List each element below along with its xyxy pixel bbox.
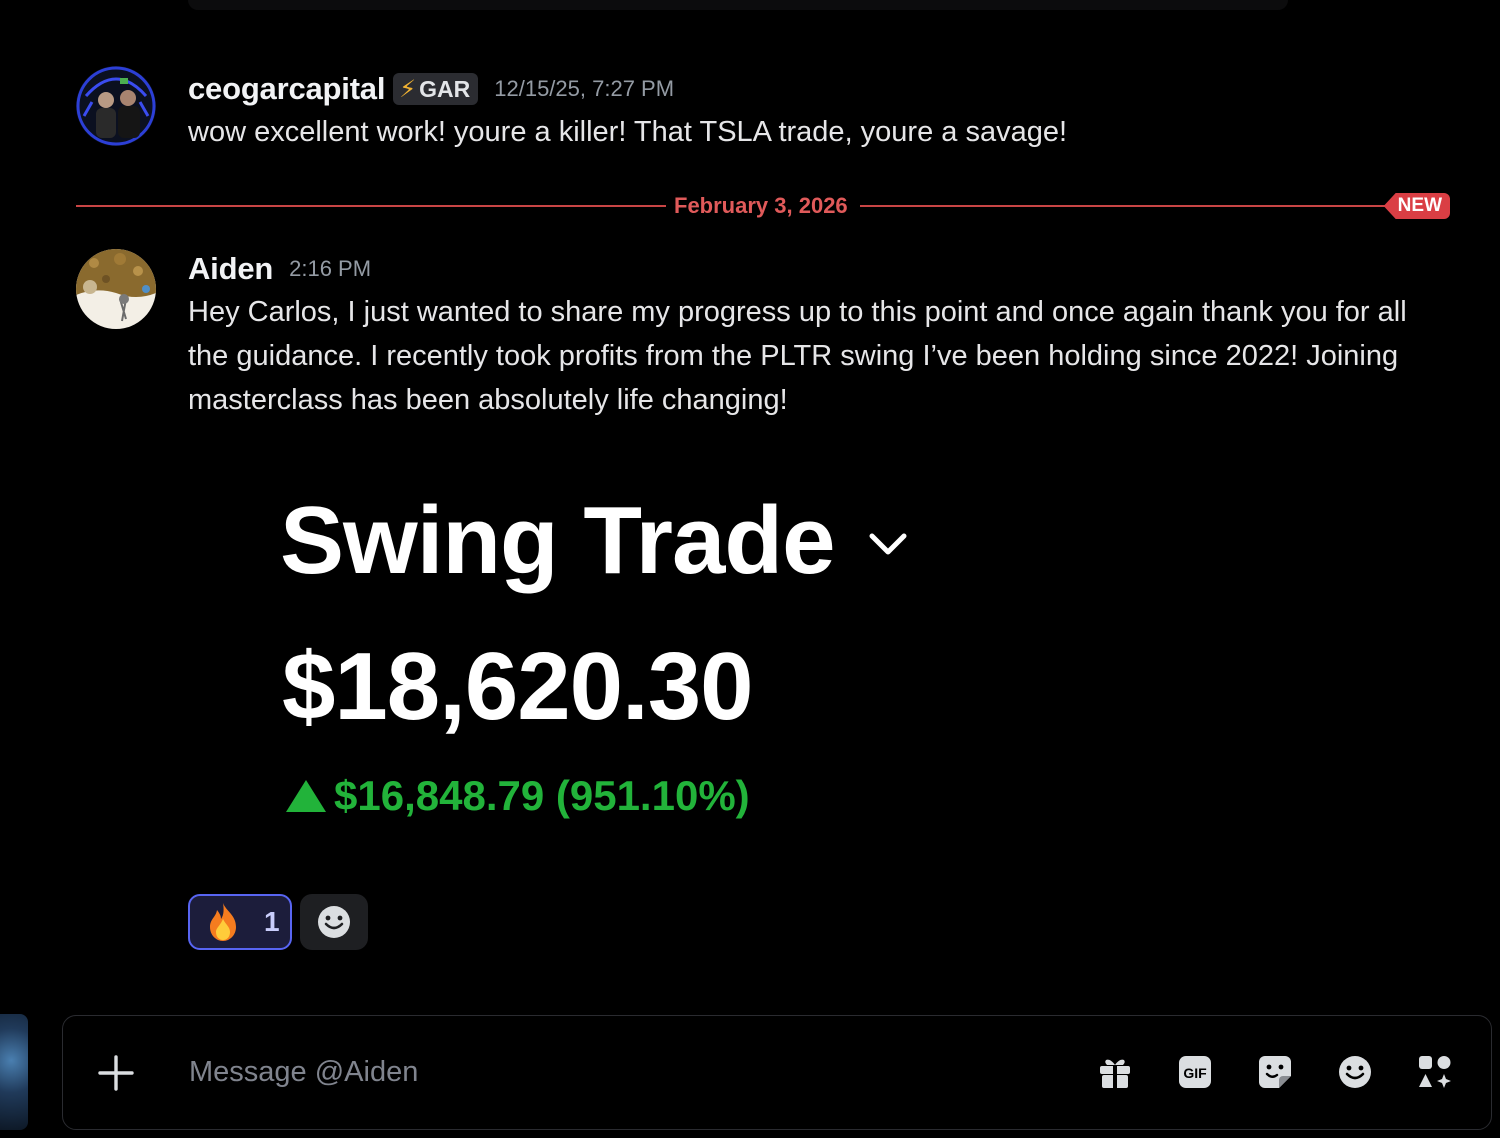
message-header: ceogarcapital ⚡ GAR 12/15/25, 7:27 PM: [188, 70, 674, 108]
divider-date: February 3, 2026: [674, 193, 848, 218]
dm-chat-view: ceogarcapital ⚡ GAR 12/15/25, 7:27 PM wo…: [0, 0, 1500, 1138]
gif-icon: GIF: [1179, 1056, 1211, 1088]
new-messages-divider: February 3, 2026 NEW: [76, 192, 1450, 220]
emoji-button[interactable]: [1337, 1054, 1373, 1090]
sticker-icon: [1259, 1056, 1291, 1088]
composer-tools: GIF: [1097, 1054, 1453, 1090]
server-tag[interactable]: ⚡ GAR: [393, 73, 479, 105]
fire-emoji-icon: [210, 903, 236, 941]
image-attachment[interactable]: Swing Trade $18,620.30 $16,848.79 (951.1…: [188, 426, 1288, 876]
side-panel-thumbnail[interactable]: [0, 1014, 28, 1130]
swing-trade-value: $18,620.30: [282, 633, 753, 740]
swing-trade-change: $16,848.79 (951.10%): [286, 772, 750, 820]
previous-attachment-edge[interactable]: [188, 0, 1288, 10]
avatar[interactable]: [76, 66, 156, 146]
server-tag-label: GAR: [419, 75, 471, 102]
gift-button[interactable]: [1097, 1054, 1133, 1090]
gif-button[interactable]: GIF: [1177, 1054, 1213, 1090]
divider-line-left: [76, 205, 666, 207]
avatar[interactable]: [76, 249, 156, 329]
message-header: Aiden 2:16 PM: [188, 250, 371, 288]
reactions-bar: 1: [188, 894, 368, 950]
divider-line-right: [860, 205, 1390, 207]
apps-icon: [1419, 1056, 1451, 1088]
swing-trade-title: Swing Trade: [280, 487, 835, 594]
message-input[interactable]: [189, 1052, 1049, 1092]
reaction-fire[interactable]: 1: [188, 894, 292, 950]
swing-trade-change-value: $16,848.79 (951.10%): [334, 772, 750, 819]
add-reaction-icon: [318, 906, 350, 938]
emoji-icon: [1339, 1056, 1371, 1088]
apps-button[interactable]: [1417, 1054, 1453, 1090]
add-reaction-button[interactable]: [300, 894, 368, 950]
reaction-count: 1: [264, 906, 280, 937]
message-composer: GIF: [62, 1015, 1492, 1130]
lightning-bolt-icon: ⚡: [399, 75, 417, 103]
username[interactable]: Aiden: [188, 251, 273, 287]
chevron-down-icon: [869, 533, 907, 555]
timestamp[interactable]: 2:16 PM: [289, 256, 371, 282]
up-triangle-icon: [286, 780, 326, 812]
timestamp[interactable]: 12/15/25, 7:27 PM: [494, 76, 674, 102]
message-text: Hey Carlos, I just wanted to share my pr…: [188, 296, 1407, 416]
svg-text:GIF: GIF: [1183, 1065, 1207, 1081]
plus-icon[interactable]: [97, 1054, 135, 1092]
username[interactable]: ceogarcapital: [188, 71, 385, 107]
swing-trade-heading: Swing Trade: [280, 486, 910, 596]
new-badge: NEW: [1383, 193, 1450, 219]
message-text: wow excellent work! youre a killer! That…: [188, 116, 1068, 148]
sticker-button[interactable]: [1257, 1054, 1293, 1090]
gift-icon: [1100, 1059, 1130, 1088]
